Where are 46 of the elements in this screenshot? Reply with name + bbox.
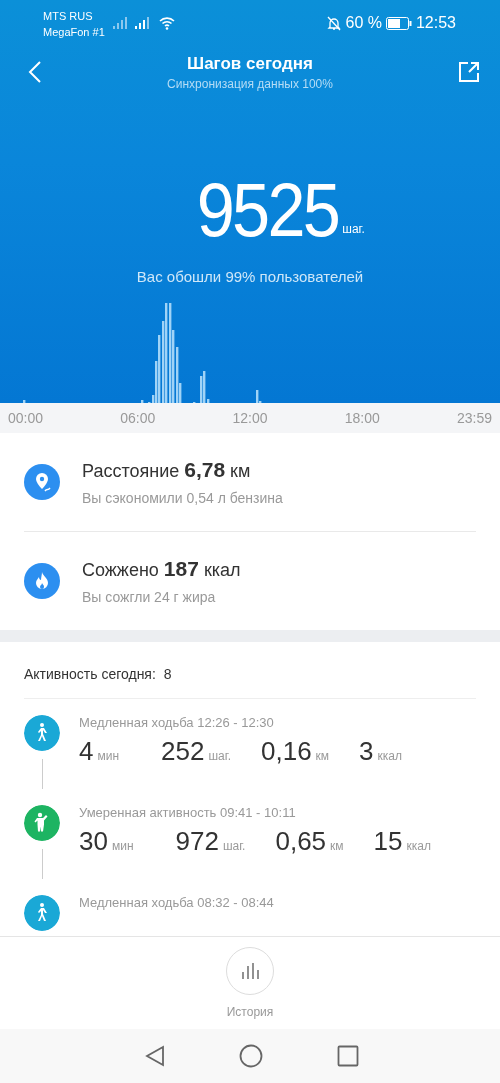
activity-metric: 4 мин (79, 736, 120, 767)
comparison-text: Вас обошли 99% пользователей (136, 268, 364, 285)
step-count: 9525 (196, 170, 339, 250)
activity-metric: 15 ккал (373, 826, 431, 857)
stat-note: Вы сожгли 24 г жира (82, 589, 217, 605)
flame-icon (24, 563, 60, 599)
activity-count: 8 (163, 666, 172, 682)
wifi-icon (158, 16, 175, 30)
stat-title: Сожжено 187 ккал (82, 557, 241, 581)
time-axis-label: 12:00 (232, 410, 268, 426)
activity-metric: 30 мин (79, 826, 134, 857)
signal-icon (112, 17, 127, 29)
back-nav-button[interactable] (145, 1045, 165, 1067)
screen-title: Шагов сегодня (187, 53, 313, 74)
history-label: История (226, 1005, 274, 1019)
battery-percent: 60 % (345, 14, 382, 32)
signal-icon (134, 17, 151, 29)
back-button[interactable] (28, 60, 42, 84)
time-axis-label: 00:00 (8, 410, 44, 426)
activity-title: Умеренная активность 09:41 - 10:11 (79, 805, 297, 820)
stat-title: Расстояние 6,78 км (82, 458, 252, 482)
muted-bell-icon (327, 15, 342, 31)
carrier-name: MegaFon #1 (43, 25, 105, 40)
activity-title: Медленная ходьба 08:32 - 08:44 (79, 895, 274, 910)
time-axis-label: 06:00 (120, 410, 156, 426)
home-nav-button[interactable] (239, 1044, 263, 1068)
activity-metric: 252 шаг. (161, 736, 231, 767)
recents-nav-button[interactable] (337, 1045, 359, 1067)
clock-time: 12:53 (415, 14, 456, 32)
activity-title: Медленная ходьба 12:26 - 12:30 (79, 715, 275, 730)
bar-chart-icon (240, 962, 260, 980)
activity-metric: 0,65 км (275, 826, 344, 857)
stat-note: Вы сэкономили 0,54 л бензина (82, 490, 283, 506)
time-axis-label: 18:00 (344, 410, 380, 426)
location-pin-icon (24, 464, 60, 500)
carrier-name: MTS RUS (43, 9, 94, 24)
time-axis-label: 23:59 (456, 410, 492, 426)
activity-metric: 972 шаг. (175, 826, 246, 857)
activity-label: Активность сегодня: (24, 666, 156, 682)
sync-status: Синхронизация данных 100% (167, 76, 333, 91)
battery-icon (385, 16, 412, 30)
activity-metric: 3 ккал (359, 736, 403, 767)
activity-metric: 0,16 км (261, 736, 330, 767)
step-unit: шаг. (342, 222, 365, 236)
share-button[interactable] (458, 61, 480, 83)
history-button[interactable] (226, 947, 274, 995)
